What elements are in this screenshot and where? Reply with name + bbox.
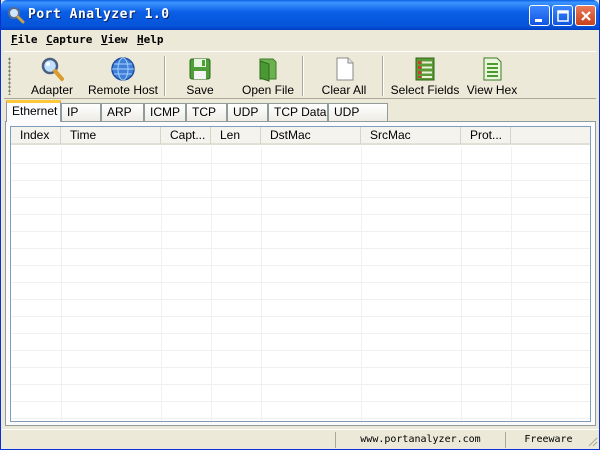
minimize-icon <box>535 19 542 22</box>
checklist-icon <box>415 57 435 81</box>
select-fields-button[interactable]: Select Fields <box>388 53 462 99</box>
document-lines-icon <box>483 57 502 81</box>
adapter-button[interactable]: Adapter <box>24 53 80 99</box>
column-gridline <box>461 147 462 421</box>
column-header-srcmac[interactable]: SrcMac <box>361 127 461 144</box>
tab-ip[interactable]: IP <box>61 103 101 122</box>
toolbar-grip[interactable] <box>8 57 11 95</box>
globe-icon <box>111 57 135 81</box>
resize-grip-icon[interactable] <box>587 436 598 447</box>
toolbar-separator <box>382 56 384 96</box>
row-gridlines <box>11 147 590 421</box>
column-header-index[interactable]: Index <box>11 127 61 144</box>
list-header: Index Time Capt... Len DstMac SrcMac Pro… <box>11 127 590 145</box>
title-bar[interactable]: Port Analyzer 1.0 <box>1 0 599 30</box>
tab-udp-data[interactable]: UDP Data <box>328 103 388 136</box>
column-gridline <box>511 147 512 421</box>
close-button[interactable] <box>575 5 596 26</box>
column-header-protocol[interactable]: Prot... <box>461 127 511 144</box>
folder-icon <box>259 58 277 82</box>
toolbar-separator <box>164 56 166 96</box>
column-header-time[interactable]: Time <box>61 127 161 144</box>
close-icon <box>581 11 591 21</box>
magnifier-icon <box>41 57 64 81</box>
packet-list[interactable]: Index Time Capt... Len DstMac SrcMac Pro… <box>10 126 591 422</box>
floppy-disk-icon <box>189 58 211 80</box>
status-bar: www.portanalyzer.com Freeware <box>2 429 599 449</box>
protocol-tabs: Ethernet IP ARP ICMP TCP UDP TCP Data UD… <box>5 100 597 136</box>
tab-arp[interactable]: ARP <box>101 103 144 122</box>
minimize-button[interactable] <box>529 5 550 26</box>
blank-page-icon <box>336 57 354 81</box>
tab-icmp[interactable]: ICMP <box>144 103 186 122</box>
list-rows <box>11 147 590 421</box>
column-header-captured[interactable]: Capt... <box>161 127 211 144</box>
menu-bar: File Capture View Help <box>1 30 599 50</box>
column-gridline <box>261 147 262 421</box>
menu-view[interactable]: View <box>101 33 128 46</box>
menu-help[interactable]: Help <box>137 33 164 46</box>
maximize-icon <box>557 10 569 22</box>
column-header-dstmac[interactable]: DstMac <box>261 127 361 144</box>
view-hex-button[interactable]: View Hex <box>466 53 518 99</box>
status-license: Freeware <box>505 432 591 448</box>
open-file-button[interactable]: Open File <box>240 53 296 99</box>
clear-all-button[interactable]: Clear All <box>318 53 370 99</box>
column-gridline <box>61 147 62 421</box>
tab-panel: Index Time Capt... Len DstMac SrcMac Pro… <box>5 121 596 426</box>
window-title: Port Analyzer 1.0 <box>28 7 170 22</box>
tab-tcp[interactable]: TCP <box>186 103 227 122</box>
toolbar-separator <box>302 56 304 96</box>
magnifier-app-icon <box>8 7 25 24</box>
save-button[interactable]: Save <box>174 53 226 99</box>
column-gridline <box>161 147 162 421</box>
column-gridline <box>211 147 212 421</box>
menu-capture[interactable]: Capture <box>46 33 92 46</box>
tab-ethernet[interactable]: Ethernet <box>6 100 61 122</box>
tab-udp[interactable]: UDP <box>227 103 268 122</box>
menu-file[interactable]: File <box>11 33 38 46</box>
main-window: Port Analyzer 1.0 File Capture View Help… <box>0 0 600 450</box>
maximize-button[interactable] <box>552 5 573 26</box>
toolbar: Adapter Remote Host Save Open File Clear… <box>4 51 596 99</box>
column-gridline <box>361 147 362 421</box>
column-header-len[interactable]: Len <box>211 127 261 144</box>
status-url: www.portanalyzer.com <box>335 432 505 448</box>
tab-tcp-data[interactable]: TCP Data <box>268 103 328 122</box>
remote-host-button[interactable]: Remote Host <box>86 53 160 99</box>
